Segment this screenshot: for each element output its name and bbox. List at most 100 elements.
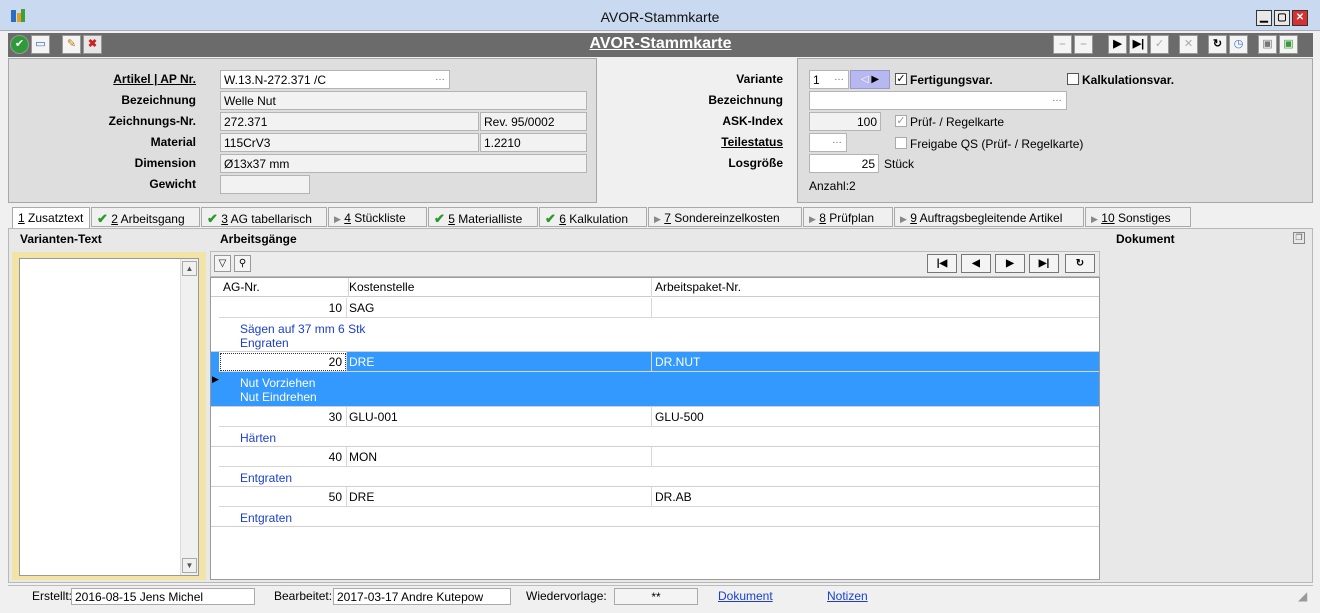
refresh-icon[interactable]: ↻ <box>1208 35 1227 54</box>
check-icon: ✔ <box>97 211 108 226</box>
bezeichnung2-field[interactable]: … <box>809 91 1067 110</box>
grid-refresh-icon[interactable]: ↻ <box>1065 254 1095 273</box>
losgroesse-label: Losgröße <box>728 156 783 170</box>
check-record-icon[interactable]: ✓ <box>1150 35 1169 54</box>
column-header-ag[interactable]: AG-Nr. <box>219 278 349 297</box>
cube-arrow-icon[interactable]: ▣ <box>1279 35 1298 54</box>
description-line: Engraten <box>240 336 289 350</box>
table-row[interactable]: 30 GLU-001 GLU-500 Härten <box>211 407 1099 447</box>
variante-field[interactable]: 1… <box>809 70 849 89</box>
column-header-kostenstelle[interactable]: Kostenstelle <box>345 278 652 297</box>
varianten-text-area[interactable] <box>19 258 199 576</box>
pruef-checkbox[interactable]: ✓ <box>895 115 907 127</box>
column-header-arbeitspaket[interactable]: Arbeitspaket-Nr. <box>651 278 1099 297</box>
arbeitspaket-cell[interactable]: GLU-500 <box>651 407 1099 427</box>
freigabe-checkbox[interactable] <box>895 137 907 149</box>
tab-arbeitsgang[interactable]: ✔ 2 Arbeitsgang <box>91 207 200 227</box>
kalkulationsvar-checkbox[interactable] <box>1067 73 1079 85</box>
variante-stepper[interactable]: ◁ ▶ <box>850 70 890 89</box>
ag-nr-cell[interactable]: 10 <box>219 298 347 318</box>
tab-stückliste[interactable]: ▶ 4 Stückliste <box>328 207 427 227</box>
tab-zusatztext[interactable]: 1 Zusatztext <box>12 207 90 228</box>
artikel-label[interactable]: Artikel | AP Nr. <box>60 72 196 86</box>
ag-nr-cell[interactable]: 20 <box>219 352 347 372</box>
restore-panel-icon[interactable]: ❐ <box>1293 232 1305 244</box>
description-line: Sägen auf 37 mm 6 Stk <box>240 322 366 336</box>
first-record-icon[interactable]: ⎯ <box>1053 35 1072 54</box>
dimension-field: Ø13x37 mm <box>220 154 587 173</box>
kostenstelle-cell[interactable]: SAG <box>345 298 652 318</box>
dokument-link[interactable]: Dokument <box>718 589 773 603</box>
variante-value: 1 <box>813 73 820 87</box>
losgroesse-unit: Stück <box>884 157 915 171</box>
arbeitsgang-description: Sägen auf 37 mm 6 Stk Engraten <box>240 322 365 350</box>
fertigungsvar-checkbox[interactable]: ✓ <box>895 73 907 85</box>
cancel-record-icon[interactable]: ✕ <box>1179 35 1198 54</box>
teilestatus-field[interactable]: … <box>809 133 847 152</box>
tab-sonstiges[interactable]: ▶ 10 Sonstiges <box>1085 207 1191 227</box>
arrow-right-icon: ▶ <box>809 214 816 224</box>
table-row[interactable]: 10 SAG Sägen auf 37 mm 6 Stk Engraten <box>211 298 1099 352</box>
artikel-field[interactable]: W.13.N-272.371 /C… <box>220 70 450 89</box>
arbeitspaket-cell[interactable] <box>651 298 1099 318</box>
cube-icon[interactable]: ▣ <box>1258 35 1277 54</box>
tab-number: 4 <box>344 211 351 225</box>
arbeitspaket-cell[interactable]: DR.NUT <box>651 352 1099 372</box>
tab-number: 7 <box>664 211 671 225</box>
notizen-link[interactable]: Notizen <box>827 589 868 603</box>
table-row[interactable]: 40 MON Entgraten <box>211 447 1099 487</box>
tab-number: 8 <box>819 211 826 225</box>
description-line: Entgraten <box>240 471 293 485</box>
tab-auftragsbegleitende-artikel[interactable]: ▶ 9 Auftragsbegleitende Artikel <box>894 207 1084 227</box>
ag-nr-cell[interactable]: 40 <box>219 447 347 467</box>
minimize-icon[interactable]: ▁ <box>1256 10 1272 26</box>
check-icon: ✔ <box>207 211 218 226</box>
grid-prev-icon[interactable]: ◀ <box>961 254 991 273</box>
scroll-up-icon[interactable]: ▲ <box>182 261 197 276</box>
filter-icon[interactable]: ▽ <box>214 255 231 272</box>
last-record-icon[interactable]: ▶| <box>1129 35 1148 54</box>
grid-next-icon[interactable]: ▶ <box>995 254 1025 273</box>
close-icon[interactable]: ✕ <box>1292 10 1308 26</box>
kostenstelle-cell[interactable]: DRE <box>345 487 652 507</box>
next-record-icon[interactable]: ▶ <box>1108 35 1127 54</box>
wiedervorlage-button[interactable]: ** <box>614 588 698 605</box>
table-row[interactable]: 20 DRE DR.NUT Nut Vorziehen Nut Eindrehen ▶ <box>211 352 1099 407</box>
search-grid-icon[interactable]: ⚲ <box>234 255 251 272</box>
tab-sondereinzelkosten[interactable]: ▶ 7 Sondereinzelkosten <box>648 207 802 227</box>
revision-field: Rev. 95/0002 <box>480 112 587 131</box>
tab-ag-tabellarisch[interactable]: ✔ 3 AG tabellarisch <box>201 207 327 227</box>
prev-record-icon[interactable]: ⎯ <box>1074 35 1093 54</box>
tab-label: Prüfplan <box>829 211 874 225</box>
tab-label: Kalkulation <box>569 212 628 226</box>
ag-nr-cell[interactable]: 50 <box>219 487 347 507</box>
tab-number: 5 <box>448 212 455 226</box>
ag-nr-cell[interactable]: 30 <box>219 407 347 427</box>
table-row[interactable]: 50 DRE DR.AB Entgraten <box>211 487 1099 527</box>
grid-first-icon[interactable]: |◀ <box>927 254 957 273</box>
kostenstelle-cell[interactable]: DRE <box>345 352 652 372</box>
tab-label: Materialliste <box>458 212 523 226</box>
pruef-label: Prüf- / Regelkarte <box>910 115 1005 129</box>
material-field: 115CrV3 <box>220 133 479 152</box>
resize-grip-icon[interactable]: ◢ <box>1298 589 1307 603</box>
scroll-down-icon[interactable]: ▼ <box>182 558 197 573</box>
tab-prüfplan[interactable]: ▶ 8 Prüfplan <box>803 207 893 227</box>
tab-materialliste[interactable]: ✔ 5 Materialliste <box>428 207 538 227</box>
kostenstelle-cell[interactable]: MON <box>345 447 652 467</box>
kostenstelle-cell[interactable]: GLU-001 <box>345 407 652 427</box>
arbeitspaket-cell[interactable]: DR.AB <box>651 487 1099 507</box>
tab-label: Sonstiges <box>1117 211 1171 225</box>
tab-kalkulation[interactable]: ✔ 6 Kalkulation <box>539 207 647 227</box>
losgroesse-field[interactable]: 25 <box>809 154 879 173</box>
tab-label: Auftragsbegleitende Artikel <box>919 211 1063 225</box>
wiedervorlage-label: Wiedervorlage: <box>526 589 607 603</box>
grid-last-icon[interactable]: ▶| <box>1029 254 1059 273</box>
maximize-icon[interactable]: ▢ <box>1274 10 1290 26</box>
fertigungsvar-label: Fertigungsvar. <box>910 73 993 87</box>
arrow-right-icon: ▶ <box>900 214 907 224</box>
clock-icon[interactable]: ◷ <box>1229 35 1248 54</box>
teilestatus-label[interactable]: Teilestatus <box>640 135 783 149</box>
scrollbar-vertical[interactable]: ▲ ▼ <box>180 259 198 575</box>
arbeitspaket-cell[interactable] <box>651 447 1099 467</box>
